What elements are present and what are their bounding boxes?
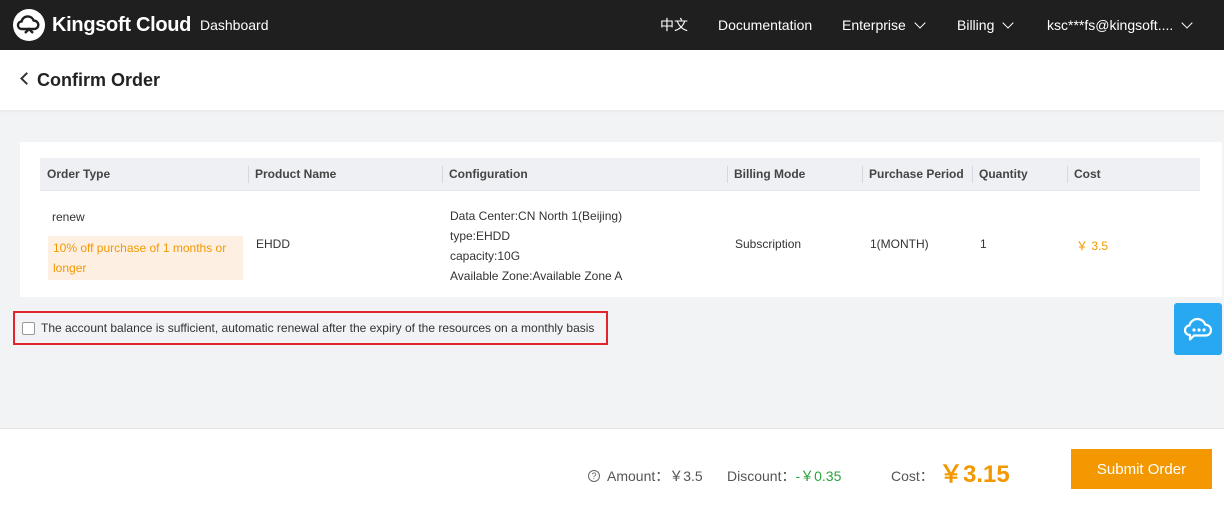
order-summary-bar: ? Amount：￥3.5 Discount：-￥0.35 Cost： ￥3.1… xyxy=(0,428,1224,508)
total-cost-value: ￥3.15 xyxy=(939,461,1010,488)
cost-label: Cost： xyxy=(891,468,934,484)
amount-value: ￥3.5 xyxy=(669,468,703,484)
support-chat-button[interactable] xyxy=(1174,303,1222,355)
config-type: type:EHDD xyxy=(450,229,511,243)
nav-account-label: ksc***fs@kingsoft.... xyxy=(1047,17,1174,33)
page-header: Confirm Order xyxy=(0,50,1224,110)
auto-renew-label[interactable]: The account balance is sufficient, autom… xyxy=(41,321,594,335)
col-configuration: Configuration xyxy=(442,158,528,191)
nav-enterprise[interactable]: Enterprise xyxy=(842,0,926,50)
chat-bubble-icon xyxy=(1183,317,1213,341)
config-capacity: capacity:10G xyxy=(450,249,521,263)
col-product-name: Product Name xyxy=(248,158,336,191)
discount-summary: Discount：-￥0.35 xyxy=(727,466,841,486)
nav-account[interactable]: ksc***fs@kingsoft.... xyxy=(1047,0,1193,50)
page-title: Confirm Order xyxy=(37,70,161,90)
auto-renew-option[interactable]: The account balance is sufficient, autom… xyxy=(13,311,608,345)
period-value: 1(MONTH) xyxy=(870,237,929,251)
col-order-type: Order Type xyxy=(47,167,111,181)
chevron-down-icon xyxy=(1181,17,1193,29)
promo-badge: 10% off purchase of 1 months or longer xyxy=(48,236,243,280)
cost-value: ￥ 3.5 xyxy=(1076,239,1109,253)
amount-summary: Amount：￥3.5 xyxy=(607,466,703,486)
brand-logo[interactable]: Kingsoft Cloud xyxy=(12,8,191,42)
amount-label: Amount： xyxy=(607,468,670,484)
nav-dashboard[interactable]: Dashboard xyxy=(200,0,269,50)
order-type-value: renew xyxy=(52,210,85,224)
nav-enterprise-label: Enterprise xyxy=(842,17,906,33)
col-billing-mode: Billing Mode xyxy=(727,158,805,191)
configuration-value: Data Center:CN North 1(Beijing) type:EHD… xyxy=(450,206,622,286)
top-nav: Kingsoft Cloud Dashboard 中文 Documentatio… xyxy=(0,0,1224,50)
submit-order-button[interactable]: Submit Order xyxy=(1071,449,1212,489)
order-table: Order Type Product Name Configuration Bi… xyxy=(20,142,1222,297)
nav-billing-label: Billing xyxy=(957,17,995,33)
chevron-down-icon xyxy=(914,17,926,29)
chevron-down-icon xyxy=(1002,17,1015,29)
product-name-value: EHDD xyxy=(256,237,291,251)
col-cost: Cost xyxy=(1067,158,1101,191)
nav-language[interactable]: 中文 xyxy=(660,0,688,50)
chevron-left-icon[interactable] xyxy=(20,72,33,85)
config-zone: Available Zone:Available Zone A xyxy=(450,269,623,283)
col-quantity: Quantity xyxy=(972,158,1028,191)
table-header: Order Type Product Name Configuration Bi… xyxy=(40,158,1200,191)
discount-label: Discount： xyxy=(727,468,796,484)
nav-billing[interactable]: Billing xyxy=(957,0,1015,50)
discount-value: -￥0.35 xyxy=(795,468,842,484)
config-data-center: Data Center:CN North 1(Beijing) xyxy=(450,209,623,223)
question-circle-icon[interactable]: ? xyxy=(588,470,600,482)
billing-mode-value: Subscription xyxy=(735,237,802,251)
col-purchase-period: Purchase Period xyxy=(862,158,964,191)
cloud-logo-icon xyxy=(13,9,45,41)
nav-documentation[interactable]: Documentation xyxy=(718,0,812,50)
brand-name: Kingsoft Cloud xyxy=(52,13,192,36)
auto-renew-checkbox[interactable] xyxy=(22,321,35,335)
quantity-value: 1 xyxy=(980,237,987,251)
